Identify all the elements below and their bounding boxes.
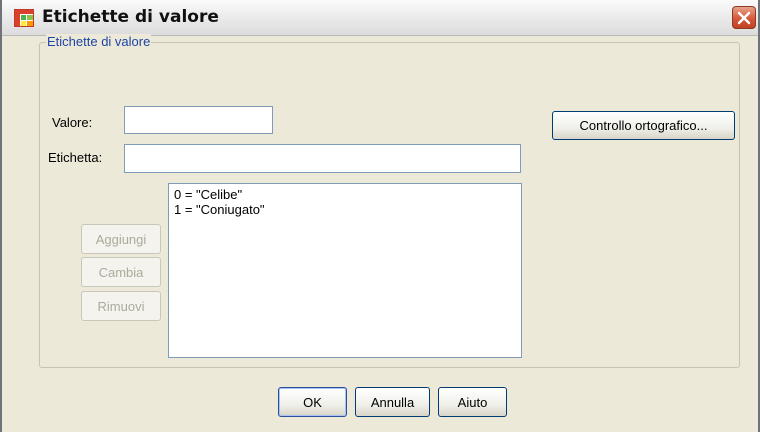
- title-bar[interactable]: Etichette di valore: [2, 0, 758, 36]
- dialog-window: Etichette di valore Etichette di valore …: [0, 0, 760, 432]
- help-button[interactable]: Aiuto: [438, 387, 507, 417]
- valore-input[interactable]: [124, 106, 273, 134]
- value-labels-list[interactable]: 0 = "Celibe" 1 = "Coniugato": [168, 183, 522, 358]
- cancel-button[interactable]: Annulla: [355, 387, 430, 417]
- add-button[interactable]: Aggiungi: [81, 224, 161, 254]
- grid-table-icon: [14, 9, 34, 27]
- close-icon: [737, 11, 751, 25]
- remove-button[interactable]: Rimuovi: [81, 291, 161, 321]
- ok-button[interactable]: OK: [278, 387, 347, 417]
- group-legend: Etichette di valore: [46, 34, 152, 49]
- window-title: Etichette di valore: [42, 7, 219, 27]
- valore-label: Valore:: [52, 115, 93, 130]
- spell-check-button[interactable]: Controllo ortografico...: [552, 111, 735, 140]
- list-item[interactable]: 0 = "Celibe": [174, 187, 516, 202]
- etichetta-input[interactable]: [124, 144, 521, 173]
- change-button[interactable]: Cambia: [81, 257, 161, 287]
- list-item[interactable]: 1 = "Coniugato": [174, 202, 516, 217]
- etichetta-label: Etichetta:: [48, 150, 103, 165]
- close-button[interactable]: [732, 6, 756, 29]
